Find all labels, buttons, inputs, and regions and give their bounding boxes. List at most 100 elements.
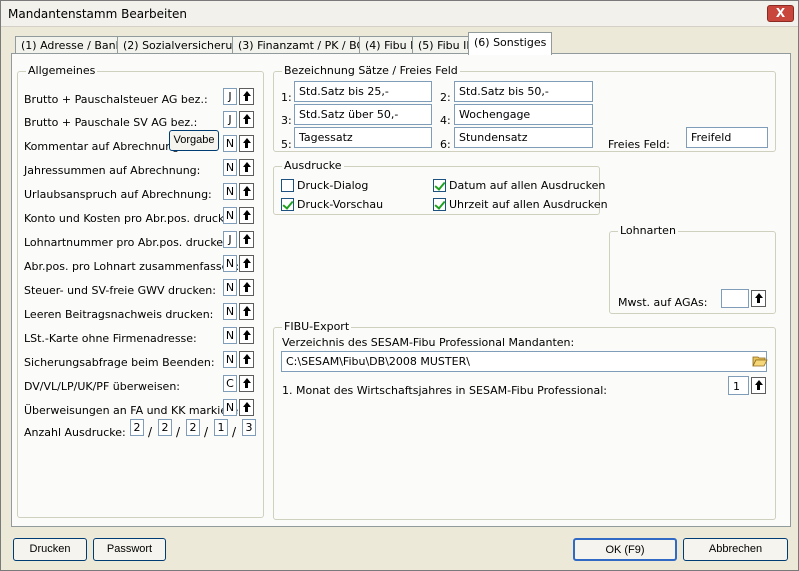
allgemeines-row-label: Steuer- und SV-freie GWV drucken: [24,284,216,297]
anzahl-field-5[interactable]: 3 [242,419,256,436]
allgemeines-row-label: Urlaubsanspruch auf Abrechnung: [24,188,212,201]
toggle-up-button[interactable] [239,351,254,368]
anzahl-separator: / [232,425,237,439]
tab-finanzamt[interactable]: (3) Finanzamt / PK / BG [232,36,372,54]
bezeichnung-title: Bezeichnung Sätze / Freies Feld [282,64,460,78]
allgemeines-row-label: Brutto + Pauschale SV AG bez.: [24,116,198,129]
allgemeines-row-label: Konto und Kosten pro Abr.pos. drucken: [24,212,242,225]
toggle-up-button[interactable] [239,255,254,272]
toggle-up-button[interactable] [239,159,254,176]
toggle-up-button[interactable] [239,111,254,128]
druck-dialog-label: Druck-Dialog [297,179,369,192]
abbrechen-button[interactable]: Abbrechen [683,538,788,561]
fibu-monat-up-button[interactable] [751,377,766,394]
allgemeines-row-value[interactable]: N [223,207,237,224]
window-title: Mandantenstamm Bearbeiten [8,7,188,21]
tab-adresse-bank[interactable]: (1) Adresse / Bank [15,36,128,54]
allgemeines-row-label: Überweisungen an FA und KK markieren: [24,404,249,417]
uhrzeit-label: Uhrzeit auf allen Ausdrucken [449,198,608,211]
satz-field-4[interactable]: Wochengage [454,104,593,125]
allgemeines-row-value[interactable]: J [223,111,237,128]
allgemeines-row-value[interactable]: J [223,88,237,105]
dialog-window: Mandantenstamm Bearbeiten X (1) Adresse … [0,0,799,571]
satz-number-5: 5: [281,138,292,151]
satz-field-2[interactable]: Std.Satz bis 50,- [454,81,593,102]
toggle-up-button[interactable] [239,375,254,392]
allgemeines-row-label: Brutto + Pauschalsteuer AG bez.: [24,93,208,106]
folder-open-icon[interactable] [752,353,768,369]
mwst-up-button[interactable] [751,290,766,307]
mwst-input[interactable] [721,289,749,308]
fibu-monat-input[interactable]: 1 [728,376,749,395]
freies-feld-label: Freies Feld: [608,138,670,151]
anzahl-separator: / [176,425,181,439]
tab-fibu-2[interactable]: (5) Fibu II [412,36,476,54]
allgemeines-row-value[interactable]: N [223,303,237,320]
satz-field-5[interactable]: Tagessatz [294,127,432,148]
allgemeines-row-value[interactable]: N [223,135,237,152]
satz-field-1[interactable]: Std.Satz bis 25,- [294,81,432,102]
druck-vorschau-checkbox[interactable] [281,198,294,211]
anzahl-field-3[interactable]: 2 [186,419,200,436]
toggle-up-button[interactable] [239,303,254,320]
allgemeines-row-label: Jahressummen auf Abrechnung: [24,164,201,177]
allgemeines-row-label: DV/VL/LP/UK/PF überweisen: [24,380,181,393]
satz-number-3: 3: [281,114,292,127]
allgemeines-row-value[interactable]: N [223,327,237,344]
uhrzeit-checkbox[interactable] [433,198,446,211]
satz-field-3[interactable]: Std.Satz über 50,- [294,104,432,125]
anzahl-field-4[interactable]: 1 [214,419,228,436]
allgemeines-row-label: LSt.-Karte ohne Firmenadresse: [24,332,197,345]
vorgabe-button[interactable]: Vorgabe [169,130,219,151]
toggle-up-button[interactable] [239,135,254,152]
lohnarten-title: Lohnarten [618,224,678,238]
satz-number-6: 6: [440,138,451,151]
drucken-button[interactable]: Drucken [13,538,87,561]
allgemeines-row-value[interactable]: N [223,183,237,200]
ausdrucke-title: Ausdrucke [282,159,344,173]
ok-button[interactable]: OK (F9) [573,538,677,561]
allgemeines-row-label: Lohnartnummer pro Abr.pos. drucken: [24,236,234,249]
allgemeines-row-label: Sicherungsabfrage beim Beenden: [24,356,215,369]
datum-label: Datum auf allen Ausdrucken [449,179,606,192]
fibu-export-title: FIBU-Export [282,320,352,334]
allgemeines-row-label: Leeren Beitragsnachweis drucken: [24,308,214,321]
title-bar: Mandantenstamm Bearbeiten X [1,1,798,27]
close-button[interactable]: X [767,5,794,22]
fibu-dir-input[interactable]: C:\SESAM\Fibu\DB\2008 MUSTER\ [281,351,767,372]
allgemeines-row-value[interactable]: C [223,375,237,392]
toggle-up-button[interactable] [239,279,254,296]
allgemeines-row-label: Abr.pos. pro Lohnart zusammenfassen: [24,260,240,273]
freies-feld-input[interactable]: Freifeld [686,127,768,148]
anzahl-field-1[interactable]: 2 [130,419,144,436]
satz-field-6[interactable]: Stundensatz [454,127,593,148]
anzahl-separator: / [148,425,153,439]
toggle-up-button[interactable] [239,327,254,344]
allgemeines-row-value[interactable]: N [223,399,237,416]
anzahl-separator: / [204,425,209,439]
datum-checkbox[interactable] [433,179,446,192]
passwort-button[interactable]: Passwort [93,538,166,561]
toggle-up-button[interactable] [239,183,254,200]
allgemeines-row-value[interactable]: N [223,279,237,296]
druck-vorschau-label: Druck-Vorschau [297,198,384,211]
allgemeines-row-value[interactable]: N [223,159,237,176]
anzahl-field-2[interactable]: 2 [158,419,172,436]
tab-sonstiges[interactable]: (6) Sonstiges [468,32,553,55]
satz-number-4: 4: [440,114,451,127]
toggle-up-button[interactable] [239,399,254,416]
toggle-up-button[interactable] [239,231,254,248]
druck-dialog-checkbox[interactable] [281,179,294,192]
allgemeines-row-value[interactable]: N [223,351,237,368]
satz-number-2: 2: [440,91,451,104]
toggle-up-button[interactable] [239,207,254,224]
fibu-monat-label: 1. Monat des Wirtschaftsjahres in SESAM-… [282,384,607,397]
mwst-label: Mwst. auf AGAs: [618,296,708,309]
allgemeines-title: Allgemeines [26,64,98,78]
allgemeines-row-value[interactable]: N [223,255,237,272]
satz-number-1: 1: [281,91,292,104]
allgemeines-row-label: Kommentar auf Abrechnung: [24,140,183,153]
tab-fibu-1[interactable]: (4) Fibu I [359,36,420,54]
toggle-up-button[interactable] [239,88,254,105]
allgemeines-row-value[interactable]: J [223,231,237,248]
